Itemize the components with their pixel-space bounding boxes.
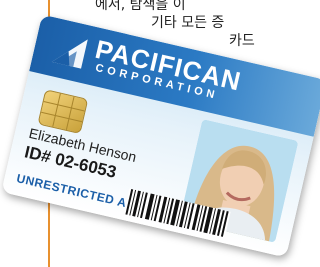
pacifican-logo-icon [51,39,88,69]
korean-text-line-3: 카드 [229,33,255,49]
korean-text-line-2: 기타 모든 증 [151,15,225,31]
